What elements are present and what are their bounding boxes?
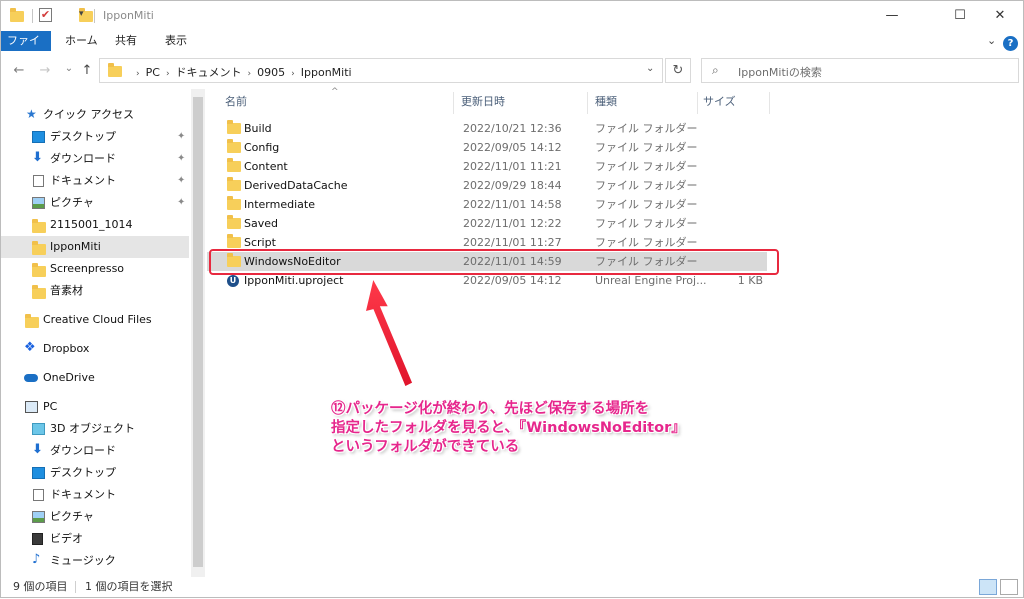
item-count: 9 個の項目 <box>13 580 68 593</box>
large-icons-view-button[interactable] <box>1000 579 1018 595</box>
selection-count: 1 個の項目を選択 <box>85 580 173 593</box>
annotation-line: 指定したフォルダを見ると、『WindowsNoEditor』 <box>331 420 686 436</box>
explorer-window: ✔ ▾ IpponMiti — ☐ ✕ ファイル ホーム 共有 表示 ⌄ ? ←… <box>0 0 1024 598</box>
arrow-shape <box>363 275 414 389</box>
status-bar: 9 個の項目 1 個の項目を選択 <box>1 577 1023 597</box>
annotation-text: ⑫パッケージ化が終わり、先ほど保存する場所を 指定したフォルダを見ると、『Win… <box>331 400 731 457</box>
annotation-line: ⑫パッケージ化が終わり、先ほど保存する場所を <box>331 401 650 417</box>
details-view-button[interactable] <box>979 579 997 595</box>
annotation-arrow <box>363 275 414 389</box>
annotation-line: というフォルダができている <box>331 439 520 455</box>
divider <box>75 581 76 593</box>
